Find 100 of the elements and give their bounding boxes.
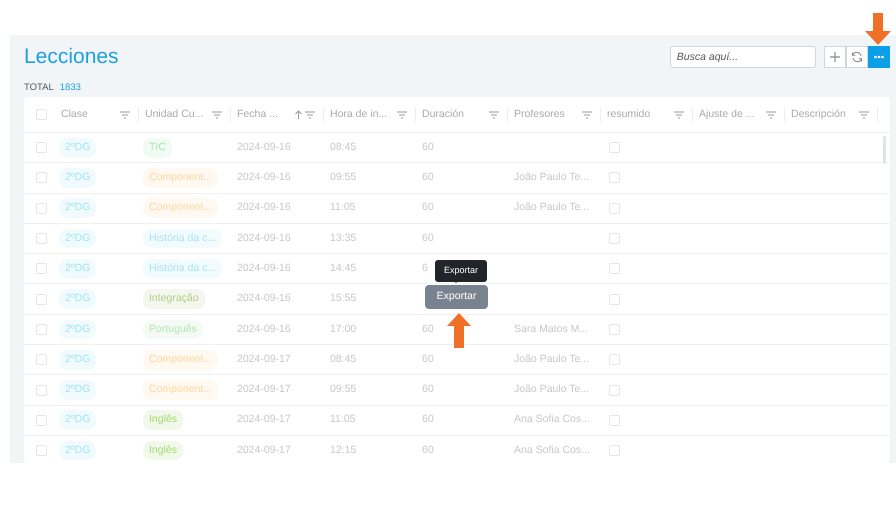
column-header[interactable]: Unidad Cu...	[145, 106, 204, 122]
column-header[interactable]: Duración	[422, 106, 464, 122]
summary-checkbox[interactable]	[609, 445, 620, 456]
unit-tag: História da c...	[143, 258, 222, 279]
filter-icon[interactable]	[766, 110, 776, 118]
class-tag: 2ºDG	[59, 410, 96, 430]
table-cell: 2024-09-16	[237, 292, 291, 304]
column-header[interactable]: Fecha ...	[237, 106, 278, 122]
search-field[interactable]: Busca aquí...	[670, 46, 816, 68]
summary-checkbox[interactable]	[609, 384, 620, 396]
filter-icon[interactable]	[859, 110, 869, 118]
unit-tag: Inglês	[143, 410, 184, 430]
row-checkbox[interactable]	[36, 142, 47, 154]
summary-checkbox[interactable]	[609, 202, 620, 214]
table-cell: 2024-09-16	[237, 322, 291, 335]
column-header[interactable]: Profesores	[514, 106, 565, 122]
summary-checkbox[interactable]	[609, 414, 620, 426]
tooltip: Exportar	[435, 260, 487, 282]
filter-icon[interactable]	[212, 110, 222, 118]
row-checkbox[interactable]	[36, 202, 47, 214]
table-cell: 2024-09-17	[237, 383, 291, 396]
row-checkbox[interactable]	[36, 294, 47, 305]
row-checkbox[interactable]	[36, 445, 47, 456]
table-cell: 2024-09-17	[237, 352, 291, 365]
table-cell: João Paulo Te...	[514, 201, 590, 214]
class-tag: 2ºDG	[59, 138, 96, 158]
refresh-icon	[851, 51, 863, 63]
table-cell: 2024-09-16	[237, 140, 291, 153]
table-cell: João Paulo Te...	[514, 383, 590, 396]
total-label: TOTAL	[24, 82, 54, 93]
table-cell: 60	[422, 413, 434, 426]
table-cell: Sara Matos M...	[514, 322, 588, 335]
class-tag: 2ºDG	[59, 198, 96, 218]
table-cell: 60	[422, 140, 434, 153]
table-cell: 60	[422, 201, 434, 214]
table-cell: 60	[422, 383, 434, 396]
summary-checkbox[interactable]	[609, 294, 620, 305]
table-cell: 11:05	[330, 413, 356, 426]
annotation-arrow	[447, 313, 471, 348]
table-cell: Ana Sofia Cos...	[514, 444, 590, 456]
class-tag: 2ºDG	[59, 258, 96, 279]
table-cell: 2024-09-17	[237, 444, 291, 456]
annotation-arrow	[865, 13, 891, 45]
filter-icon[interactable]	[489, 110, 499, 118]
table-cell: 15:55	[330, 292, 356, 304]
filter-icon[interactable]	[120, 110, 130, 118]
class-tag: 2ºDG	[59, 228, 96, 248]
column-header[interactable]: Descripción	[791, 106, 846, 122]
table-cell: 13:35	[330, 232, 356, 244]
class-tag: 2ºDG	[59, 380, 96, 400]
table-cell: 60	[422, 171, 434, 184]
filter-icon[interactable]	[397, 110, 407, 118]
page-title: Lecciones	[24, 45, 119, 69]
export-button[interactable]: Exportar	[425, 285, 488, 309]
unit-tag: História da c...	[143, 228, 222, 248]
unit-tag: Português	[143, 320, 203, 340]
summary-checkbox[interactable]	[609, 233, 620, 244]
summary-checkbox[interactable]	[609, 142, 620, 154]
plus-button[interactable]	[824, 46, 846, 68]
table-cell: João Paulo Te...	[514, 352, 590, 365]
row-checkbox[interactable]	[36, 263, 47, 274]
table-cell: 14:45	[330, 262, 356, 274]
row-checkbox[interactable]	[36, 172, 47, 184]
filter-icon[interactable]	[674, 110, 684, 118]
filter-icon[interactable]	[305, 110, 315, 118]
table-cell: 17:00	[330, 322, 356, 335]
table-cell: 2024-09-16	[237, 232, 291, 244]
table-cell: 12:15	[330, 444, 356, 456]
class-tag: 2ºDG	[59, 440, 96, 460]
class-tag: 2ºDG	[59, 320, 96, 340]
row-checkbox[interactable]	[36, 354, 47, 366]
unit-tag: Component...	[143, 168, 218, 188]
table-cell: 11:05	[330, 201, 356, 214]
table-cell: 2024-09-16	[237, 201, 291, 214]
refresh-button[interactable]	[846, 46, 868, 68]
summary-checkbox[interactable]	[609, 172, 620, 184]
unit-tag: Component...	[143, 350, 218, 370]
select-all-checkbox[interactable]	[36, 109, 47, 120]
sort-up-icon[interactable]	[295, 110, 302, 119]
summary-checkbox[interactable]	[609, 324, 620, 335]
unit-tag: TIC	[143, 138, 172, 158]
summary-checkbox[interactable]	[609, 354, 620, 366]
column-header[interactable]: Ajuste de ...	[699, 106, 754, 122]
table-cell: Ana Sofia Cos...	[514, 413, 590, 426]
row-checkbox[interactable]	[36, 233, 47, 244]
table-cell: 60	[422, 232, 434, 244]
row-checkbox[interactable]	[36, 324, 47, 335]
column-header[interactable]: resumido	[607, 106, 650, 122]
filter-icon[interactable]	[582, 110, 592, 118]
column-header[interactable]: Hora de in...	[330, 106, 388, 122]
row-checkbox[interactable]	[36, 384, 47, 396]
unit-tag: Integração	[143, 289, 205, 309]
table-cell: 6	[422, 262, 428, 274]
column-header[interactable]: Clase	[61, 106, 88, 122]
table-cell: 08:45	[330, 352, 356, 365]
more-button[interactable]	[868, 46, 890, 68]
class-tag: 2ºDG	[59, 168, 96, 188]
row-checkbox[interactable]	[36, 414, 47, 426]
table-cell: 2024-09-16	[237, 262, 291, 274]
summary-checkbox[interactable]	[609, 263, 620, 274]
